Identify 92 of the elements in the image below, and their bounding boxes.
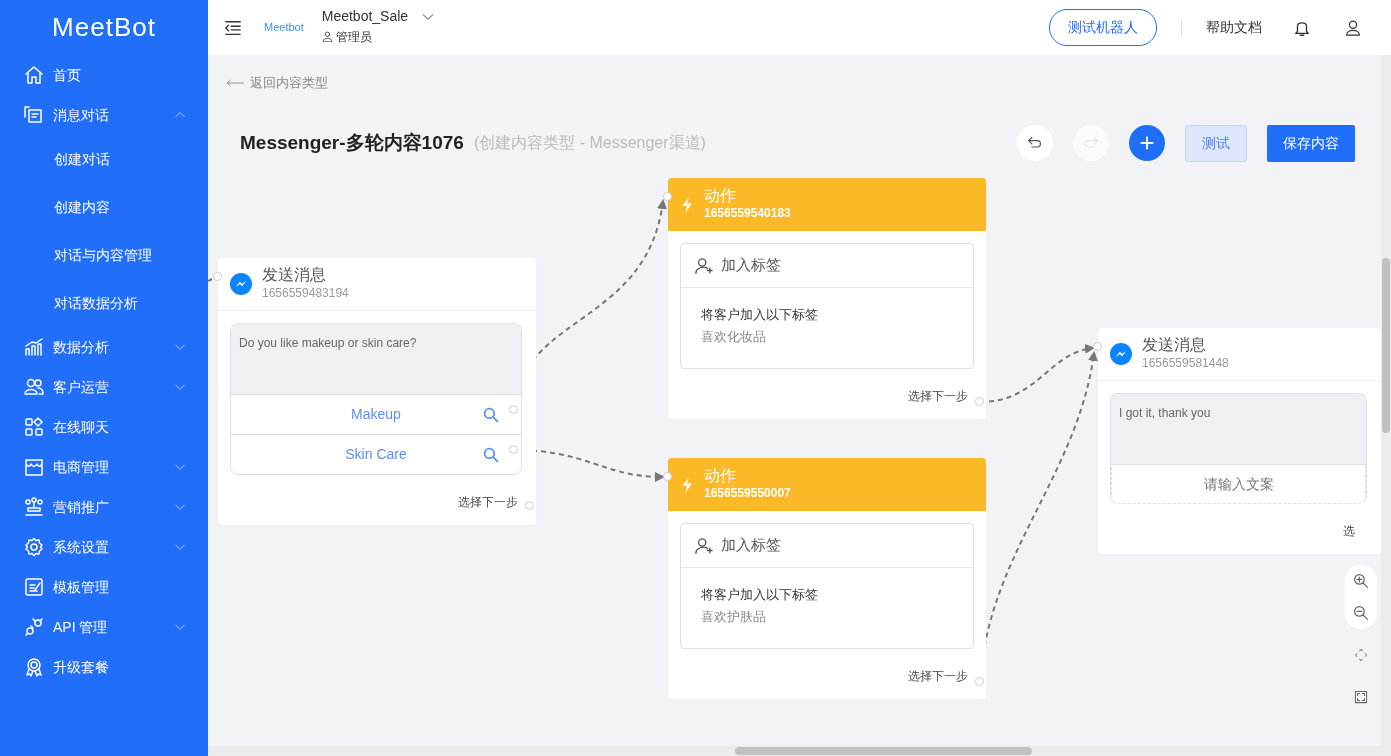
help-link[interactable]: 帮助文档 [1206,17,1262,38]
connection-port[interactable] [975,677,984,686]
text-input-field[interactable]: 请输入文案 [1111,464,1366,504]
node-id: 1656559540183 [704,205,791,223]
page-subtitle: (创建内容类型 - Messenger渠道) [473,133,706,154]
settings-icon [24,537,44,557]
sidebar-item[interactable]: 升级套餐 [0,647,208,687]
user-icon [321,31,333,43]
sidebar-item[interactable]: 客户运营 [0,367,208,407]
connection-port[interactable] [663,472,672,481]
connection-port[interactable] [525,501,534,510]
scrollbar-thumb[interactable] [735,747,1032,755]
fullscreen-icon [1354,690,1368,704]
scrollbar-thumb[interactable] [1382,258,1390,433]
add-user-icon [695,536,713,555]
node-title: 动作 [704,186,737,205]
sidebar-item[interactable]: 数据分析 [0,327,208,367]
storefront-icon [24,457,44,477]
back-link[interactable]: 返回内容类型 [224,73,328,93]
test-bot-button[interactable]: 测试机器人 [1049,9,1157,46]
next-step-label[interactable]: 选择下一步 [458,493,518,511]
role-label: 管理员 [336,28,373,46]
node-title: 动作 [704,466,737,485]
sidebar-item[interactable]: 消息对话 [0,95,208,135]
logo: MeetBot [51,11,157,44]
connection-port[interactable] [509,445,518,454]
node-title: 发送消息 [262,266,327,284]
add-button[interactable] [1129,125,1165,162]
message-text: I got it, thank you [1111,394,1366,464]
next-step-label[interactable]: 选择下一步 [908,667,968,685]
node-title: 发送消息 [1142,336,1207,354]
sidebar-item[interactable]: 在线聊天 [0,407,208,447]
action-description: 将客户加入以下标签 [701,306,819,324]
undo-button[interactable] [1017,125,1053,162]
zoom-in-icon [1353,573,1369,589]
messenger-icon [230,273,252,295]
action-title: 加入标签 [721,535,781,556]
node-id: 1656559581448 [1142,354,1229,372]
sidebar-item[interactable]: API 管理 [0,607,208,647]
message-text: Do you like makeup or skin care? [231,324,521,394]
connector-line [208,278,213,282]
sidebar-subitem[interactable]: 创建对话 [0,135,208,183]
flow-node-card[interactable]: 发送消息 1656559581448 I got it, thank you 请输入文案 选 [1098,328,1381,554]
sidebar-item[interactable]: 系统设置 [0,527,208,567]
connection-port[interactable] [509,405,518,414]
plug-icon [24,617,44,637]
search-icon[interactable] [483,407,499,423]
next-step-label[interactable]: 选择下一步 [908,387,968,405]
account-name[interactable]: Meetbot_Sale [321,9,409,25]
chat-window-icon [24,105,44,125]
search-icon[interactable] [483,447,499,463]
test-button[interactable]: 测试 [1185,124,1247,162]
user-icon[interactable] [1345,19,1361,36]
award-icon [24,657,44,677]
connection-port[interactable] [1093,342,1102,351]
sidebar-subitem[interactable]: 对话数据分析 [0,279,208,327]
sidebar-item[interactable]: 营销推广 [0,487,208,527]
menu-collapse-icon[interactable] [224,18,242,37]
sidebar-item[interactable]: 电商管理 [0,447,208,487]
page-title: Messenger-多轮内容1076 [240,131,464,155]
arrow-left-icon [224,76,246,89]
users-icon [24,377,44,397]
sidebar-item[interactable]: 模板管理 [0,567,208,607]
home-icon [24,65,44,85]
connection-port[interactable] [213,272,222,281]
node-id: 1656559483194 [262,284,349,302]
connection-port[interactable] [975,397,984,406]
sidebar-subitem[interactable]: 对话与内容管理 [0,231,208,279]
quick-reply-button[interactable]: Makeup [231,394,521,434]
brand-logo: Meetbot [264,20,304,36]
sidebar-subitem[interactable]: 创建内容 [0,183,208,231]
podium-icon [24,497,44,517]
flow-node-card[interactable]: 动作 1656559550007 加入标签 将客户加入以下标签 喜欢护肤品 选择下一步 [668,458,986,699]
edit-document-icon [24,577,44,597]
move-arrows-icon [1354,648,1368,662]
connection-port[interactable] [663,192,672,201]
bar-chart-icon [24,337,44,357]
next-step-label[interactable]: 选 [1343,522,1355,540]
flow-node-card[interactable]: 动作 1656559540183 加入标签 将客户加入以下标签 喜欢化妆品 选择下一步 [668,178,986,419]
tag-label: 喜欢化妆品 [701,328,767,346]
save-button[interactable]: 保存内容 [1267,124,1355,162]
plus-icon [1139,135,1155,152]
sidebar-item[interactable]: 首页 [0,55,208,95]
action-title: 加入标签 [721,255,781,276]
tag-label: 喜欢护肤品 [701,608,767,626]
add-user-icon [695,256,713,275]
apps-grid-icon [24,417,44,437]
messenger-icon [1110,343,1132,365]
node-id: 1656559550007 [704,485,791,503]
zoom-out-icon [1353,605,1369,621]
action-description: 将客户加入以下标签 [701,586,819,604]
flow-node-card[interactable]: 发送消息 1656559483194 Do you like makeup or skin care? Makeup Skin Care 选择下一步 [218,258,536,525]
